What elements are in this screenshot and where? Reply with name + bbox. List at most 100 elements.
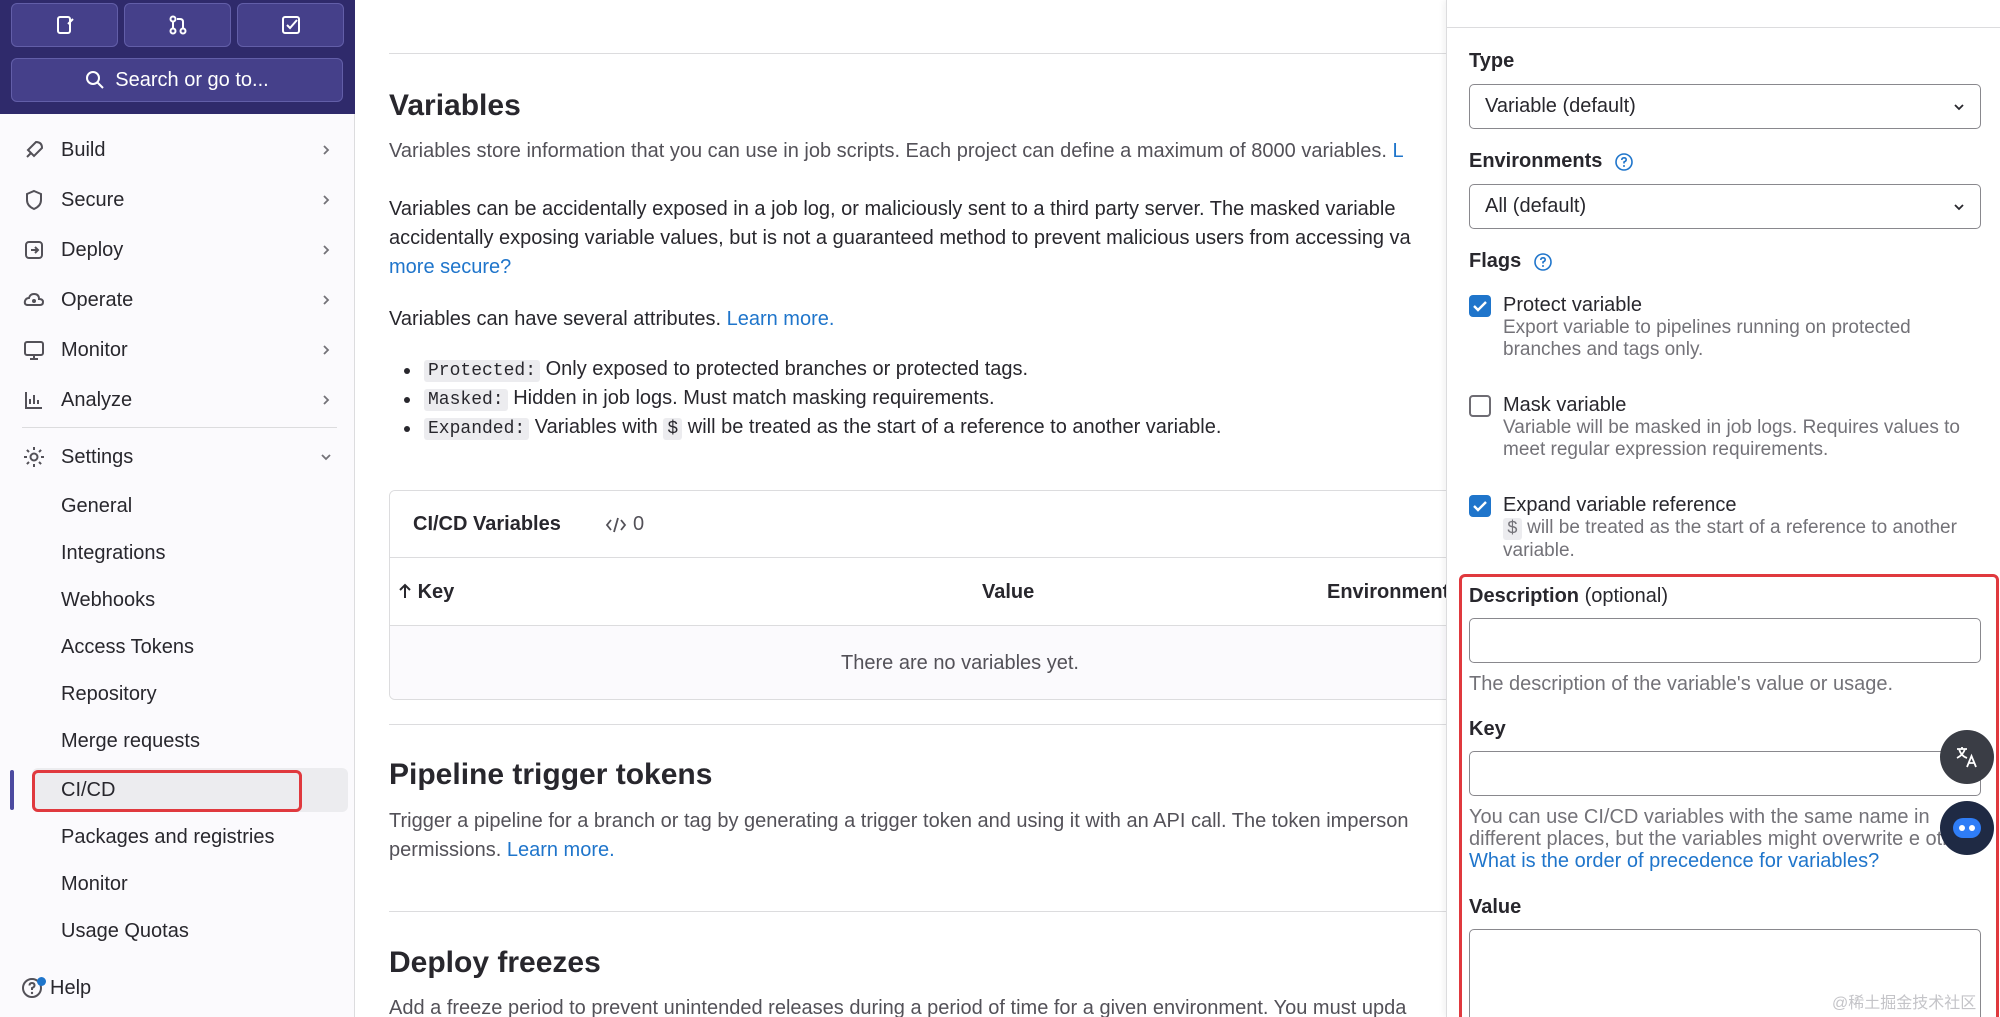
nav-build[interactable]: Build bbox=[0, 126, 355, 174]
type-select-value: Variable (default) bbox=[1485, 95, 1636, 117]
table-empty-row: There are no variables yet. bbox=[390, 626, 1446, 699]
ci-variables-header: CI/CD Variables 0 bbox=[390, 491, 1446, 558]
nav-label: Build bbox=[61, 138, 106, 161]
settings-access-tokens[interactable]: Access Tokens bbox=[32, 625, 348, 669]
shield-icon bbox=[26, 189, 42, 211]
variables-secure-link[interactable]: more secure? bbox=[389, 256, 511, 278]
code-masked: Masked: bbox=[424, 389, 508, 411]
flags-label-row: Flags bbox=[1469, 250, 1553, 273]
ci-cd-highlight-box bbox=[32, 770, 302, 812]
table-header-row: Key Value Environment bbox=[390, 558, 1446, 626]
variables-warning-line1: Variables can be accidentally exposed in… bbox=[389, 198, 1396, 220]
settings-monitor[interactable]: Monitor bbox=[32, 862, 348, 906]
monitor-icon bbox=[24, 341, 44, 360]
pipeline-learn-more-link[interactable]: Learn more. bbox=[507, 839, 615, 861]
attributes-text: Variables can have several attributes. bbox=[389, 308, 722, 330]
chevron-down-icon bbox=[321, 454, 331, 461]
bullet-masked-text: Hidden in job logs. Must match masking r… bbox=[513, 387, 995, 409]
watermark: @稀土掘金技术社区 bbox=[1832, 995, 1977, 1012]
chevron-right-icon bbox=[323, 195, 330, 205]
column-value: Value bbox=[982, 581, 1035, 603]
protect-variable-checkbox[interactable] bbox=[1469, 295, 1491, 317]
code-protected: Protected: bbox=[424, 360, 541, 382]
search-button[interactable]: Search or go to... bbox=[11, 58, 343, 102]
sidebar: Search or go to... Build Secure Deploy O… bbox=[0, 0, 355, 1017]
section-divider bbox=[389, 724, 1446, 725]
merge-requests-button[interactable] bbox=[124, 3, 231, 47]
add-variable-drawer: Type Variable (default) Environments All… bbox=[1446, 0, 2000, 1017]
mask-variable-checkbox[interactable] bbox=[1469, 395, 1491, 417]
main-content: Variables Variables store information th… bbox=[356, 0, 1446, 1017]
settings-packages-registries[interactable]: Packages and registries bbox=[32, 815, 348, 859]
environments-select[interactable]: All (default) bbox=[1469, 184, 1981, 229]
nav-label: Secure bbox=[61, 188, 125, 211]
chevron-right-icon bbox=[323, 245, 330, 255]
settings-merge-requests[interactable]: Merge requests bbox=[32, 719, 348, 763]
mask-variable-help: Variable will be masked in job logs. Req… bbox=[1503, 417, 1960, 460]
ci-variables-count-value: 0 bbox=[633, 513, 645, 535]
column-key: Key bbox=[417, 581, 455, 603]
pipeline-permissions-text: permissions. bbox=[389, 839, 502, 861]
bullet-expanded: Expanded: Variables with $ will be treat… bbox=[403, 416, 1221, 440]
column-environment: Environment bbox=[1327, 581, 1446, 603]
settings-integrations[interactable]: Integrations bbox=[32, 531, 348, 575]
variables-title: Variables bbox=[389, 89, 521, 122]
type-label: Type bbox=[1469, 50, 1515, 72]
environments-label: Environments bbox=[1469, 150, 1603, 172]
empty-state-text: There are no variables yet. bbox=[841, 652, 1079, 674]
translate-button[interactable] bbox=[1940, 730, 1994, 784]
sidebar-header: Search or go to... bbox=[0, 0, 355, 114]
sort-arrow-up-icon bbox=[399, 583, 411, 598]
bullet-expanded-text-before: Variables with bbox=[534, 416, 658, 438]
code-dollar: $ bbox=[1503, 518, 1522, 540]
protect-variable-label: Protect variable bbox=[1503, 294, 1642, 316]
rocket-icon bbox=[26, 140, 44, 158]
nav-analyze[interactable]: Analyze bbox=[0, 376, 355, 424]
help-button[interactable]: Help bbox=[20, 976, 91, 1000]
robot-icon bbox=[1953, 818, 1981, 838]
variables-intro-link[interactable]: L bbox=[1392, 140, 1403, 162]
chevron-right-icon bbox=[323, 395, 330, 405]
question-icon[interactable] bbox=[1533, 252, 1553, 272]
nav-label: Settings bbox=[61, 445, 134, 468]
sidebar-divider bbox=[22, 427, 337, 428]
chevron-right-icon bbox=[323, 145, 330, 155]
nav-label: Deploy bbox=[61, 238, 124, 261]
section-divider bbox=[389, 911, 1446, 912]
chevron-right-icon bbox=[323, 295, 330, 305]
expand-variable-checkbox[interactable] bbox=[1469, 495, 1491, 517]
bullet-protected-text: Only exposed to protected branches or pr… bbox=[545, 358, 1029, 380]
search-icon bbox=[86, 71, 104, 89]
settings-usage-quotas[interactable]: Usage Quotas bbox=[32, 909, 348, 953]
chevron-right-icon bbox=[323, 345, 330, 355]
sort-key-header[interactable]: Key bbox=[398, 581, 454, 604]
nav-secure[interactable]: Secure bbox=[0, 176, 355, 224]
nav-label: Monitor bbox=[61, 338, 128, 361]
code-expanded: Expanded: bbox=[424, 418, 530, 440]
assistant-button[interactable] bbox=[1940, 801, 1994, 855]
issues-button[interactable] bbox=[11, 3, 118, 47]
deploy-icon bbox=[25, 241, 43, 259]
expand-variable-help: $ will be treated as the start of a refe… bbox=[1503, 517, 1983, 562]
nav-label: Operate bbox=[61, 288, 134, 311]
attributes-learn-more-link[interactable]: Learn more. bbox=[727, 308, 835, 330]
todo-button[interactable] bbox=[237, 3, 344, 47]
chevron-down-icon bbox=[1954, 104, 1964, 111]
pipeline-trigger-line2: permissions. Learn more. bbox=[389, 836, 615, 865]
question-icon[interactable] bbox=[1614, 152, 1634, 172]
environments-select-value: All (default) bbox=[1485, 195, 1587, 217]
variables-attributes: Variables can have several attributes. L… bbox=[389, 305, 834, 334]
nav-deploy[interactable]: Deploy bbox=[0, 226, 355, 274]
nav-monitor[interactable]: Monitor bbox=[0, 326, 355, 374]
type-select[interactable]: Variable (default) bbox=[1469, 84, 1981, 129]
pipeline-trigger-line1: Trigger a pipeline for a branch or tag b… bbox=[389, 810, 1409, 832]
active-indicator bbox=[10, 770, 14, 810]
deploy-freezes-title: Deploy freezes bbox=[389, 946, 601, 979]
settings-repository[interactable]: Repository bbox=[32, 672, 348, 716]
settings-general[interactable]: General bbox=[32, 484, 348, 528]
variables-warning-line2: accidentally exposing variable values, b… bbox=[389, 227, 1411, 249]
settings-webhooks[interactable]: Webhooks bbox=[32, 578, 348, 622]
nav-settings[interactable]: Settings bbox=[0, 433, 355, 481]
nav-operate[interactable]: Operate bbox=[0, 276, 355, 324]
chevron-down-icon bbox=[1954, 204, 1964, 211]
